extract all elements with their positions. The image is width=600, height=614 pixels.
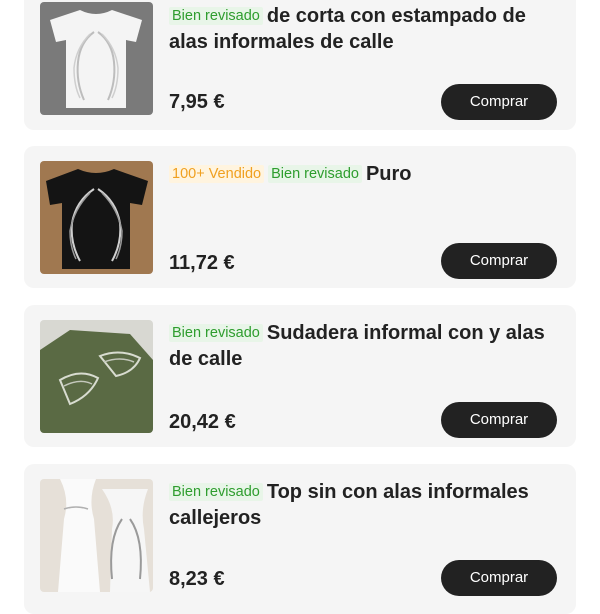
product-price: 8,23 €	[169, 568, 225, 590]
product-card[interactable]: 100+ Vendido Bien revisado Puro 11,72 € Co…	[24, 146, 576, 288]
product-title[interactable]: 100+ Vendido Bien revisado Puro	[169, 162, 552, 188]
buy-button[interactable]: Comprar	[441, 243, 557, 279]
product-title[interactable]: Bien revisado de corta con estampado de a…	[169, 4, 552, 54]
product-card[interactable]: Bien revisado Top sin con alas informales…	[24, 464, 576, 614]
buy-button[interactable]: Comprar	[441, 84, 557, 120]
product-card[interactable]: Bien revisado de corta con estampado de a…	[24, 0, 576, 130]
product-price: 7,95 €	[169, 91, 225, 113]
product-title[interactable]: Bien revisado Top sin con alas informales…	[169, 480, 552, 530]
black-tshirt-wings-image[interactable]	[40, 161, 153, 274]
green-sweatshirt-wings-image[interactable]	[40, 320, 153, 433]
buy-button[interactable]: Comprar	[441, 402, 557, 438]
badge-sold-count: 100+ Vendido	[169, 165, 265, 183]
white-tank-top-wings-image[interactable]	[40, 479, 153, 592]
badge-well-reviewed: Bien revisado	[169, 324, 263, 342]
badge-well-reviewed: Bien revisado	[169, 7, 263, 25]
white-tshirt-wings-image[interactable]	[40, 2, 153, 115]
product-title-text: Puro	[365, 163, 412, 185]
product-title[interactable]: Bien revisado Sudadera informal con y ala…	[169, 321, 552, 371]
badge-well-reviewed: Bien revisado	[268, 165, 362, 183]
product-price: 20,42 €	[169, 411, 236, 433]
badge-well-reviewed: Bien revisado	[169, 483, 263, 501]
product-card[interactable]: Bien revisado Sudadera informal con y ala…	[24, 305, 576, 447]
product-price: 11,72 €	[169, 252, 235, 274]
buy-button[interactable]: Comprar	[441, 560, 557, 596]
